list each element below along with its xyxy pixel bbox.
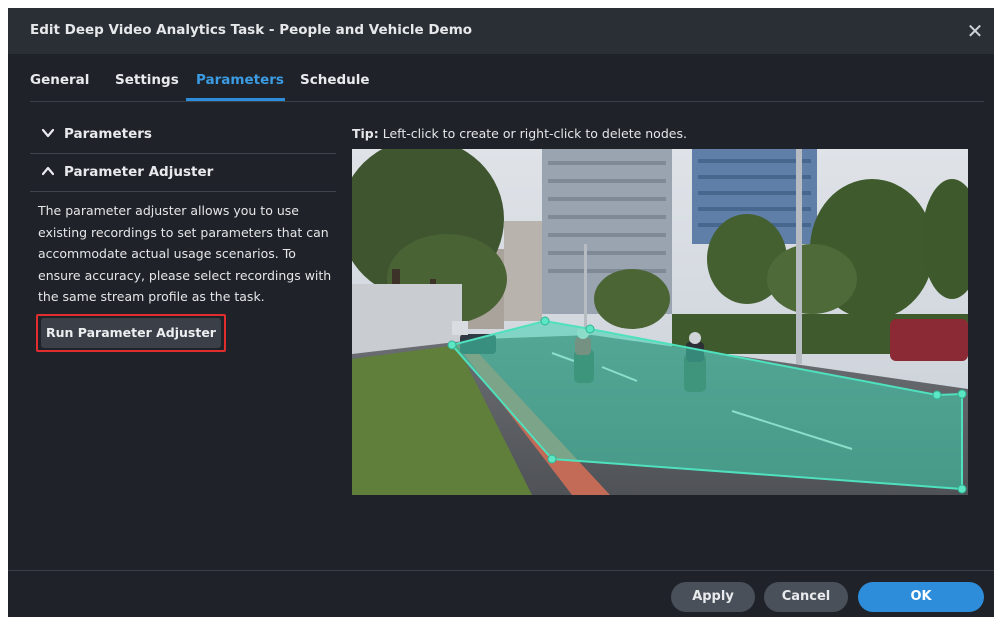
edit-task-dialog: Edit Deep Video Analytics Task - People … <box>8 8 994 617</box>
tip-text: Tip: Left-click to create or right-click… <box>352 126 687 141</box>
parameter-adjuster-section-header[interactable]: Parameter Adjuster <box>30 156 336 192</box>
dialog-title: Edit Deep Video Analytics Task - People … <box>30 22 473 38</box>
tip-message: Left-click to create or right-click to d… <box>378 126 687 141</box>
parameter-adjuster-description: The parameter adjuster allows you to use… <box>38 203 332 304</box>
parameters-section-header[interactable]: Parameters <box>30 118 336 154</box>
dialog-titlebar: Edit Deep Video Analytics Task - People … <box>8 8 994 54</box>
apply-button[interactable]: Apply <box>671 582 755 612</box>
chevron-down-icon <box>41 128 55 138</box>
ok-button[interactable]: OK <box>858 582 984 612</box>
tabs-divider <box>30 101 984 102</box>
parameter-adjuster-section-label: Parameter Adjuster <box>64 164 214 180</box>
tip-label: Tip: <box>352 126 379 141</box>
tab-parameters[interactable]: Parameters <box>196 72 284 88</box>
tab-schedule[interactable]: Schedule <box>300 72 370 88</box>
chevron-up-icon <box>41 166 55 176</box>
video-preview[interactable] <box>352 149 968 495</box>
close-icon[interactable]: ✕ <box>964 20 986 42</box>
parameters-section-label: Parameters <box>64 126 152 142</box>
tab-general[interactable]: General <box>30 72 89 88</box>
cancel-button[interactable]: Cancel <box>764 582 848 612</box>
run-parameter-adjuster-button[interactable]: Run Parameter Adjuster <box>41 318 221 348</box>
footer-divider <box>8 570 994 571</box>
tab-settings[interactable]: Settings <box>115 72 179 88</box>
